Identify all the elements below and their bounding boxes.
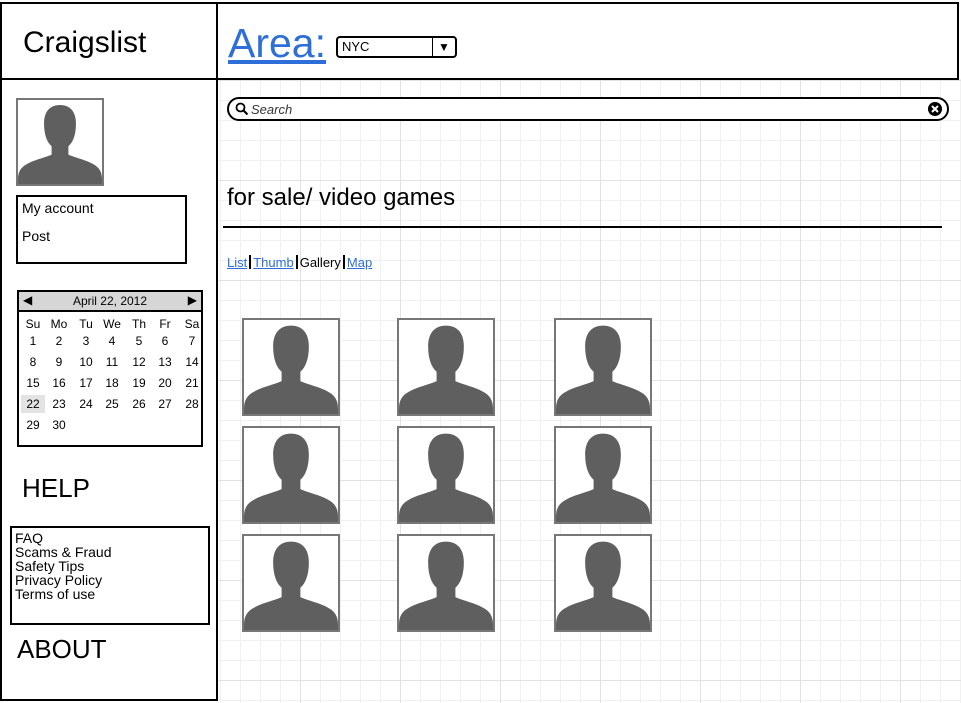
- weekday-label: Th: [131, 317, 146, 331]
- about-heading[interactable]: ABOUT: [17, 634, 107, 665]
- gallery-item[interactable]: [397, 318, 495, 416]
- gallery-item[interactable]: [554, 534, 652, 632]
- calendar-day[interactable]: 4: [100, 332, 124, 350]
- area-panel: Area: NYC ▼: [216, 2, 959, 80]
- help-links-box: FAQ Scams & Fraud Safety Tips Privacy Po…: [10, 526, 210, 625]
- calendar: ◀ April 22, 2012 ▶ Su Mo Tu We Th Fr Sa 1 2 3 4 5 6 7…: [17, 290, 203, 447]
- logo-panel: Craigslist: [0, 2, 218, 80]
- weekday-label: Su: [25, 317, 41, 331]
- calendar-day[interactable]: 15: [21, 374, 45, 392]
- gallery-item[interactable]: [554, 426, 652, 524]
- view-list-link[interactable]: List: [227, 255, 247, 270]
- calendar-day[interactable]: 23: [47, 395, 71, 413]
- calendar-day[interactable]: 5: [127, 332, 151, 350]
- account-menu: My account Post: [16, 195, 187, 264]
- calendar-day[interactable]: 25: [100, 395, 124, 413]
- gallery-item[interactable]: [397, 426, 495, 524]
- calendar-day[interactable]: 12: [127, 353, 151, 371]
- calendar-day[interactable]: 26: [127, 395, 151, 413]
- calendar-day-selected[interactable]: 22: [21, 395, 45, 413]
- area-dropdown-value: NYC: [342, 39, 370, 54]
- person-placeholder-icon: [399, 541, 493, 630]
- calendar-day[interactable]: 20: [153, 374, 177, 392]
- title-divider: [223, 226, 942, 228]
- faq-link[interactable]: FAQ: [15, 531, 43, 545]
- calendar-day[interactable]: 19: [127, 374, 151, 392]
- calendar-day[interactable]: 10: [74, 353, 98, 371]
- weekday-label: Mo: [50, 317, 68, 331]
- terms-of-use-link[interactable]: Terms of use: [15, 587, 95, 601]
- help-heading: HELP: [22, 473, 90, 503]
- page-title: for sale/ video games: [227, 184, 456, 211]
- clear-search-icon[interactable]: [927, 101, 943, 117]
- gallery-item[interactable]: [554, 318, 652, 416]
- view-separator: [295, 255, 298, 269]
- view-separator: [249, 255, 252, 269]
- person-placeholder-icon: [18, 105, 102, 184]
- calendar-day[interactable]: 9: [47, 353, 71, 371]
- calendar-day[interactable]: 11: [100, 353, 124, 371]
- gallery-item[interactable]: [397, 534, 495, 632]
- area-dropdown[interactable]: NYC ▼: [336, 36, 457, 58]
- weekday-label: Tu: [79, 317, 93, 331]
- view-map-link[interactable]: Map: [347, 255, 372, 270]
- weekday-label: Fr: [159, 317, 171, 331]
- weekday-label: Sa: [184, 317, 200, 331]
- post-link[interactable]: Post: [22, 228, 50, 244]
- user-avatar[interactable]: [16, 98, 104, 186]
- calendar-title: April 22, 2012: [72, 294, 148, 308]
- site-logo[interactable]: Craigslist: [23, 26, 146, 60]
- area-link[interactable]: Area:: [228, 20, 326, 67]
- calendar-header: ◀ April 22, 2012 ▶: [19, 292, 201, 312]
- view-thumb-link[interactable]: Thumb: [253, 255, 293, 270]
- calendar-day[interactable]: 18: [100, 374, 124, 392]
- sidebar: My account Post ◀ April 22, 2012 ▶ Su Mo T…: [0, 78, 218, 701]
- weekday-label: We: [103, 317, 121, 331]
- person-placeholder-icon: [244, 325, 338, 414]
- person-placeholder-icon: [399, 325, 493, 414]
- view-separator: [342, 255, 345, 269]
- person-placeholder-icon: [244, 541, 338, 630]
- calendar-day[interactable]: 27: [153, 395, 177, 413]
- scams-fraud-link[interactable]: Scams & Fraud: [15, 545, 111, 559]
- safety-tips-link[interactable]: Safety Tips: [15, 559, 84, 573]
- view-mode-switcher: List Thumb Gallery Map: [227, 255, 372, 270]
- calendar-day[interactable]: 3: [74, 332, 98, 350]
- person-placeholder-icon: [399, 433, 493, 522]
- person-placeholder-icon: [244, 433, 338, 522]
- view-gallery-current: Gallery: [299, 255, 341, 270]
- person-placeholder-icon: [556, 433, 650, 522]
- person-placeholder-icon: [556, 325, 650, 414]
- search-input[interactable]: [251, 100, 921, 118]
- calendar-day[interactable]: 14: [180, 353, 204, 371]
- calendar-day[interactable]: 21: [180, 374, 204, 392]
- next-month-icon[interactable]: ▶: [188, 293, 197, 307]
- gallery-item[interactable]: [242, 534, 340, 632]
- gallery-item[interactable]: [242, 426, 340, 524]
- calendar-day[interactable]: 29: [21, 416, 45, 434]
- calendar-day[interactable]: 17: [74, 374, 98, 392]
- calendar-day[interactable]: 1: [21, 332, 45, 350]
- search-bar: [227, 97, 949, 121]
- calendar-day[interactable]: 24: [74, 395, 98, 413]
- calendar-day[interactable]: 2: [47, 332, 71, 350]
- calendar-day[interactable]: 30: [47, 416, 71, 434]
- calendar-day[interactable]: 13: [153, 353, 177, 371]
- calendar-day[interactable]: 6: [153, 332, 177, 350]
- calendar-day[interactable]: 8: [21, 353, 45, 371]
- calendar-day[interactable]: 28: [180, 395, 204, 413]
- my-account-link[interactable]: My account: [22, 200, 94, 216]
- gallery-item[interactable]: [242, 318, 340, 416]
- calendar-day[interactable]: 16: [47, 374, 71, 392]
- search-icon: [235, 102, 249, 116]
- privacy-policy-link[interactable]: Privacy Policy: [15, 573, 102, 587]
- calendar-day[interactable]: 7: [180, 332, 204, 350]
- person-placeholder-icon: [556, 541, 650, 630]
- dropdown-arrow-icon[interactable]: ▼: [432, 38, 455, 56]
